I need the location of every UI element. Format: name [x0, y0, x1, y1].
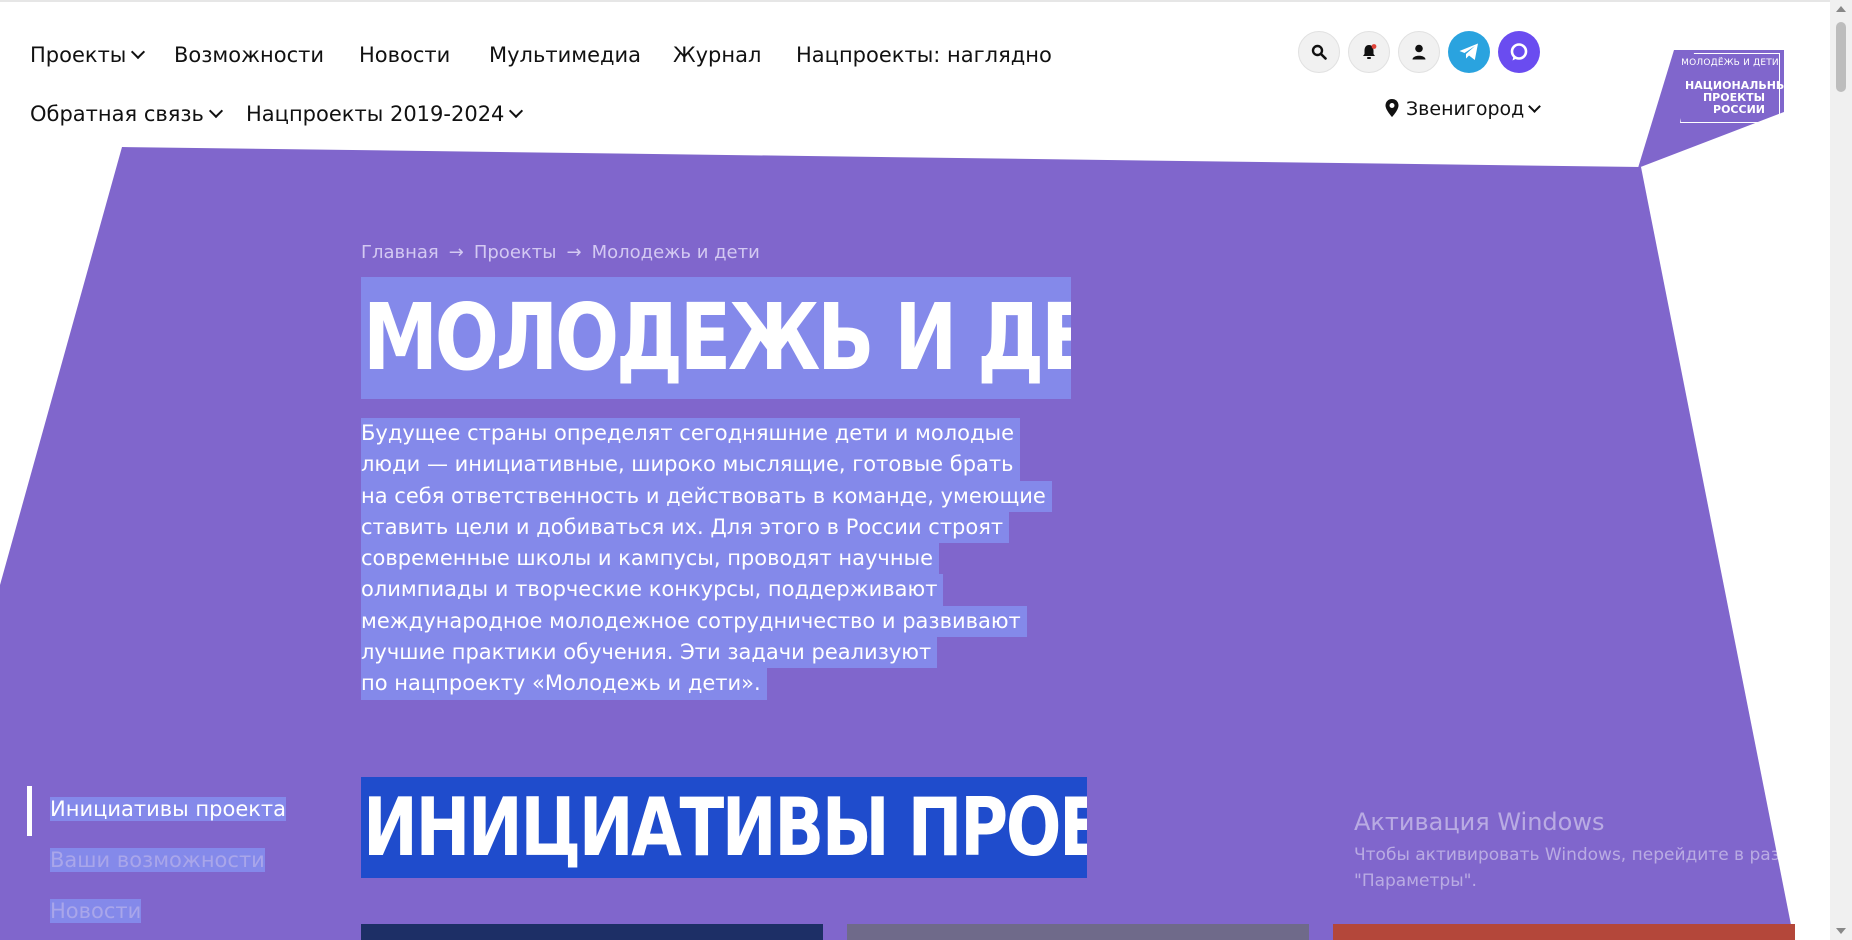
max-icon: [1510, 43, 1528, 61]
windows-activation-title: Активация Windows: [1354, 808, 1605, 836]
city-selector[interactable]: Звенигород: [1384, 98, 1542, 120]
logo-text: НАЦИОНАЛЬНЫЕ ПРОЕКТЫ РОССИИ: [1685, 80, 1795, 116]
scroll-up-icon[interactable]: [1836, 6, 1846, 12]
search-icon: [1311, 44, 1327, 60]
side-nav-news[interactable]: Новости: [50, 899, 142, 923]
description-line: лучшие практики обучения. Эти задачи реа…: [361, 637, 938, 669]
user-icon: [1412, 44, 1426, 60]
nav-feedback[interactable]: Обратная связь: [30, 102, 223, 126]
windows-activation-line: Чтобы активировать Windows, перейдите в …: [1354, 845, 1813, 865]
windows-activation-line: "Параметры".: [1354, 871, 1477, 891]
side-nav-label: Ваши возможности: [50, 848, 265, 872]
nav-journal[interactable]: Журнал: [673, 43, 761, 67]
nav-multimedia[interactable]: Мультимедиа: [489, 43, 641, 67]
nav-feedback-label: Обратная связь: [30, 102, 204, 126]
page-title-text: МОЛОДЕЖЬ И ДЕТИ: [363, 284, 1071, 391]
windows-activation-text: Чтобы активировать Windows, перейдите в …: [1354, 842, 1813, 894]
scroll-down-icon[interactable]: [1836, 928, 1846, 934]
description-line: олимпиады и творческие конкурсы, поддерж…: [361, 574, 944, 606]
logo-line-3: РОССИИ: [1713, 103, 1765, 116]
nav-opportunities-label: Возможности: [174, 43, 325, 67]
chevron-down-icon: [208, 103, 223, 119]
max-messenger-button[interactable]: [1498, 31, 1540, 73]
side-nav-active-indicator: [27, 786, 32, 836]
side-nav-label: Новости: [50, 899, 142, 923]
breadcrumb-projects[interactable]: Проекты: [474, 242, 557, 263]
nav-projects[interactable]: Проекты: [30, 43, 146, 67]
nav-journal-label: Журнал: [673, 43, 762, 67]
page-title: МОЛОДЕЖЬ И ДЕТИ: [361, 277, 1071, 399]
breadcrumb-arrow-icon: →: [566, 242, 582, 263]
profile-button[interactable]: [1398, 31, 1440, 73]
nav-news-label: Новости: [359, 43, 451, 67]
description-line: Будущее страны определят сегодняшние дет…: [361, 418, 1020, 450]
nav-visual-label: Нацпроекты: наглядно: [796, 43, 1052, 67]
initiative-card[interactable]: [847, 924, 1309, 940]
notifications-button[interactable]: [1348, 31, 1390, 73]
description-line: по нацпроекту «Молодежь и дети».: [361, 668, 767, 700]
bell-icon: [1363, 44, 1377, 59]
initiative-card[interactable]: [361, 924, 823, 940]
nav-visual[interactable]: Нацпроекты: наглядно: [796, 43, 1052, 67]
top-border: [0, 0, 1852, 2]
side-nav-initiatives[interactable]: Инициативы проекта: [50, 797, 287, 821]
nav-news[interactable]: Новости: [359, 43, 450, 67]
breadcrumb-home[interactable]: Главная: [361, 242, 439, 263]
chevron-down-icon: [131, 44, 146, 60]
nav-opportunities[interactable]: Возможности: [174, 43, 324, 67]
section-title: ИНИЦИАТИВЫ ПРОЕКТА: [361, 777, 1087, 878]
nav-projects-label: Проекты: [30, 43, 127, 67]
description-line: международное молодежное сотрудничество …: [361, 605, 1027, 638]
page-scrollbar[interactable]: [1830, 0, 1852, 940]
chevron-down-icon: [1528, 100, 1542, 113]
telegram-icon: [1459, 43, 1478, 60]
project-description: Будущее страны определят сегодняшние дет…: [361, 418, 1052, 700]
breadcrumb: Главная → Проекты → Молодежь и дети: [361, 242, 770, 263]
description-line: современные школы и кампусы, проводят на…: [361, 543, 940, 575]
search-button[interactable]: [1298, 31, 1340, 73]
side-nav-opportunities[interactable]: Ваши возможности: [50, 848, 265, 872]
section-title-text: ИНИЦИАТИВЫ ПРОЕКТА: [363, 781, 1087, 874]
description-line: на себя ответственность и действовать в …: [361, 480, 1052, 512]
city-label: Звенигород: [1406, 98, 1525, 120]
nav-multimedia-label: Мультимедиа: [489, 43, 642, 67]
location-pin-icon: [1385, 98, 1399, 117]
logo-top-text: МОЛОДЁЖЬ И ДЕТИ: [1681, 58, 1779, 68]
scrollbar-thumb[interactable]: [1836, 22, 1846, 92]
initiative-card[interactable]: [1333, 924, 1795, 940]
breadcrumb-arrow-icon: →: [448, 242, 464, 263]
description-line: ставить цели и добиваться их. Для этого …: [361, 511, 1010, 544]
telegram-button[interactable]: [1448, 31, 1490, 73]
nav-natprojects-label: Нацпроекты 2019-2024: [246, 102, 505, 126]
description-line: люди — инициативные, широко мыслящие, го…: [361, 449, 1020, 481]
side-nav-label: Инициативы проекта: [50, 797, 287, 821]
chevron-down-icon: [509, 103, 524, 119]
nav-natprojects-2019-2024[interactable]: Нацпроекты 2019-2024: [246, 102, 524, 126]
breadcrumb-current: Молодежь и дети: [591, 242, 760, 263]
